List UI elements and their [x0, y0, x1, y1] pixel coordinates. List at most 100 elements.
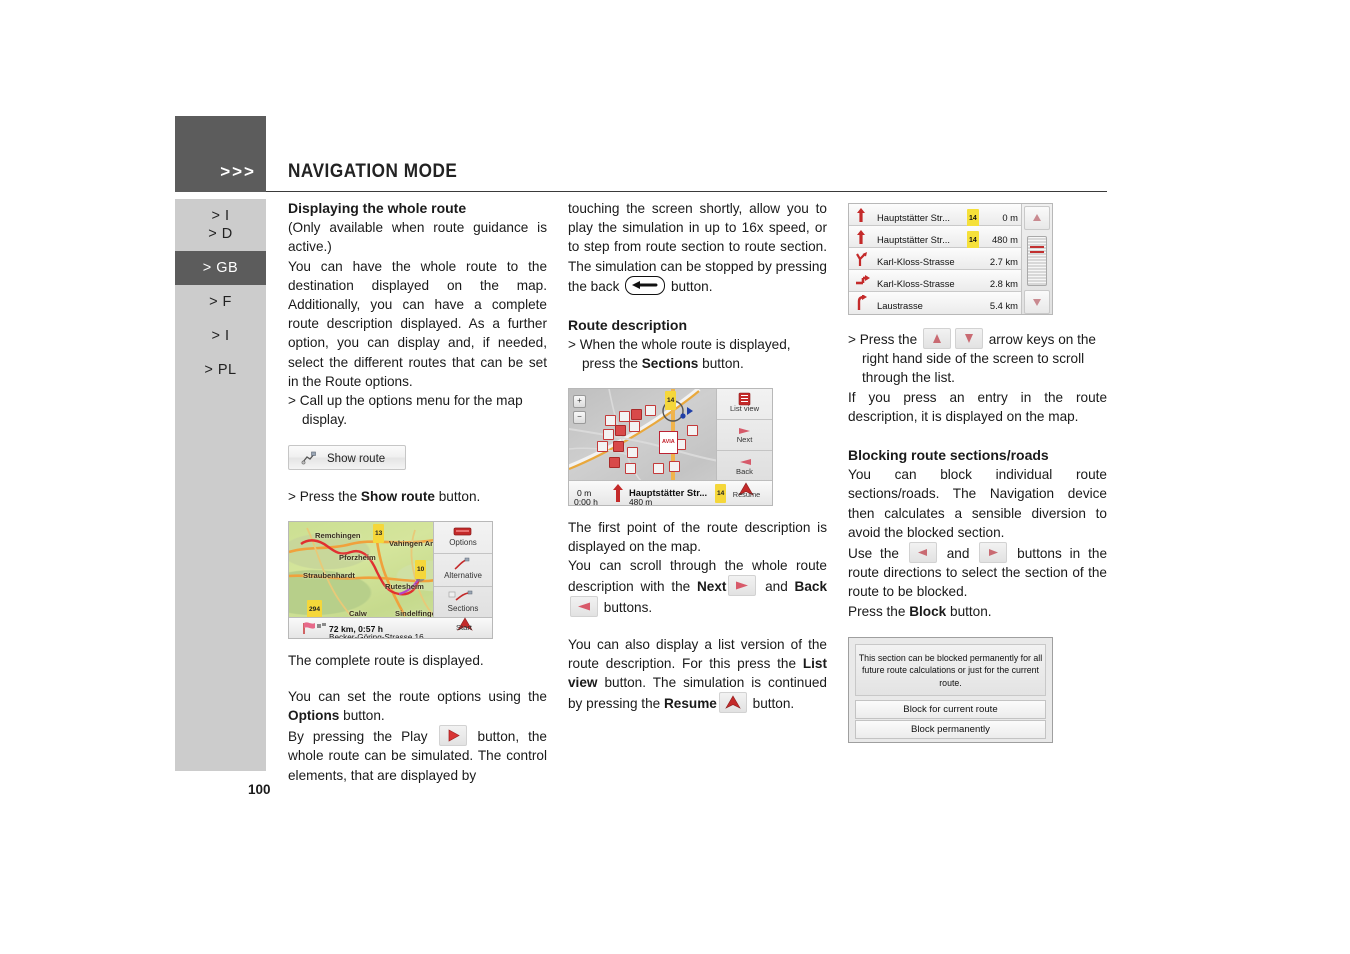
start-button-label: Start [455, 622, 473, 632]
col3-p3-pre: Use the [848, 546, 907, 562]
col1-step-2-bold: Show route [360, 489, 435, 505]
route-list-screenshot[interactable]: Hauptstätter Str... 14 0 m Hauptstätter … [848, 203, 1053, 315]
show-route-icon [301, 451, 317, 470]
current-street-distance: 480 m [629, 497, 653, 506]
col1-paragraph-4: By pressing the Play button, the whole r… [288, 725, 547, 785]
col3-paragraph-4: Press the Block button. [848, 602, 1107, 621]
column-3: Hauptstätter Str... 14 0 m Hauptstätter … [848, 199, 1107, 743]
page-title: NAVIGATION MODE [288, 160, 458, 182]
scroll-down-inline-icon[interactable] [954, 328, 983, 349]
col1-step-2-pre: > Press the [288, 489, 361, 505]
table-row[interactable]: Hauptstätter Str... 14 0 m [849, 204, 1024, 228]
city-map-shield: 14 [665, 390, 677, 410]
poi-icon-1 [605, 414, 616, 426]
route-overview-screenshot[interactable]: Remchingen Vahingen An D Pforzheim Strau… [288, 520, 493, 639]
col1-p4-pre: By pressing the Play [288, 729, 437, 745]
route-map-statusbar: 72 km, 0:57 h Becker-Göring-Strasse 16 S… [289, 616, 492, 639]
col2-heading: Route description [568, 317, 688, 334]
route-destination-address: Becker-Göring-Strasse 16 [329, 633, 424, 639]
alternative-button[interactable]: Alternative [434, 554, 492, 587]
prev-section-inline-icon[interactable] [908, 542, 937, 564]
scrollbar-thumb[interactable] [1027, 236, 1047, 286]
col2-p3-post: buttons. [600, 600, 653, 616]
block-current-route-button[interactable]: Block for current route [855, 699, 1046, 719]
table-row[interactable]: Karl-Kloss-Strasse 2.7 km [849, 248, 1024, 270]
route-description-map-screenshot[interactable]: 14 AVIA + − List view Next Back 0 m 0:00… [568, 387, 773, 506]
poi-icon-8 [597, 440, 608, 452]
zoom-in-button[interactable]: + [573, 394, 586, 408]
next-button-label: Next [736, 435, 753, 445]
col2-step1-bold: Sections [641, 356, 699, 372]
col1-p3-post: button. [339, 708, 385, 724]
col1-p3-bold: Options [288, 708, 340, 724]
col2-p1-post: button. [667, 278, 713, 294]
route-list-street: Hauptstätter Str... [877, 234, 950, 245]
col1-caption-1: The complete route is displayed. [288, 652, 484, 668]
back-arrow-inline-icon[interactable] [570, 596, 598, 618]
sidebar-item-gb[interactable]: > GB [175, 251, 266, 285]
back-nav-button-label: Back [736, 467, 753, 477]
column-1: Displaying the whole route (Only availab… [288, 199, 547, 785]
sidebar-item-pl[interactable]: > PL [175, 353, 266, 387]
col3-paragraph-3: Use the and buttons in the route directi… [848, 542, 1107, 602]
table-row[interactable]: Laustrasse 5.4 km [849, 292, 1024, 314]
zoom-out-button[interactable]: − [573, 410, 586, 424]
poi-icon-10 [627, 446, 638, 458]
scroll-down-arrow-icon[interactable] [1024, 290, 1050, 314]
next-button[interactable]: Next [717, 420, 772, 452]
col3-p3-mid: and [938, 546, 978, 562]
poi-icon-9 [613, 440, 624, 452]
col1-step-1: > Call up the options menu for the map d… [288, 393, 523, 428]
column-2: touching the screen shortly, allow you t… [568, 199, 827, 714]
turn-right-sharp-icon [855, 294, 869, 314]
show-route-button[interactable]: Show route [288, 445, 406, 471]
sidebar-item-i2[interactable]: > I [175, 319, 266, 353]
sidebar-item-f[interactable]: > F [175, 285, 266, 319]
list-view-button[interactable]: List view [717, 389, 772, 420]
alternative-button-label: Alternative [444, 570, 482, 580]
manual-page: >>> NAVIGATION MODE > D > GB > F > I > I… [0, 0, 1350, 954]
col1-paragraph-3: You can set the route options using the … [288, 687, 547, 725]
block-section-dialog[interactable]: This section can be blocked permanently … [848, 636, 1053, 743]
col2-paragraph-4: You can also display a list version of t… [568, 635, 827, 714]
table-row[interactable]: Hauptstätter Str... 14 480 m [849, 226, 1024, 250]
block-permanently-button[interactable]: Block permanently [855, 719, 1046, 739]
scroll-up-inline-icon[interactable] [922, 328, 951, 349]
resume-inline-icon[interactable] [718, 692, 747, 714]
route-list-street: Hauptstätter Str... [877, 212, 950, 223]
back-nav-button[interactable]: Back [717, 451, 772, 482]
header-divider [266, 191, 1107, 193]
col2-step-1: > When the whole route is displayed, pre… [568, 335, 827, 373]
route-length-icon [317, 622, 326, 628]
col1-heading: Displaying the whole route [288, 200, 467, 216]
options-button[interactable]: Options [434, 522, 492, 555]
col3-p4-post: button. [946, 603, 992, 619]
route-map-button-panel: Options Alternative Sections [433, 521, 492, 620]
map-label-straubenhardt: Straubenhardt [303, 570, 355, 580]
poi-icon-6 [615, 424, 626, 436]
poi-icon-4 [645, 404, 656, 416]
route-list-scrollbar[interactable] [1021, 204, 1052, 314]
next-arrow-inline-icon[interactable] [728, 575, 757, 597]
play-icon[interactable] [438, 725, 467, 747]
next-section-inline-icon[interactable] [979, 542, 1008, 564]
col2-p3-mid: and [758, 579, 795, 595]
list-view-button-label: List view [729, 403, 760, 413]
route-list-distance: 0 m [1002, 212, 1018, 223]
scroll-up-arrow-icon[interactable] [1024, 206, 1050, 230]
sections-button[interactable]: Sections [434, 587, 492, 620]
table-row[interactable]: Karl-Kloss-Strasse 2.8 km [849, 270, 1024, 292]
map-shield-10: 10 [415, 559, 427, 579]
poi-icon-5 [603, 428, 614, 440]
poi-icon-13 [653, 462, 664, 474]
route-list-street: Laustrasse [877, 300, 923, 311]
route-list-shield: 14 [967, 208, 979, 228]
back-button-icon[interactable] [625, 275, 666, 295]
col1-p3-pre: You can set the route options using the [288, 688, 547, 704]
route-list-street: Karl-Kloss-Strasse [877, 278, 955, 289]
route-list-street: Karl-Kloss-Strasse [877, 256, 955, 267]
straight-ahead-arrow-icon [613, 483, 623, 502]
sidebar-item-i[interactable]: > I [175, 199, 266, 233]
map-label-pforzheim: Pforzheim [339, 552, 376, 562]
col1-step-2: > Press the Show route button. [288, 487, 547, 506]
